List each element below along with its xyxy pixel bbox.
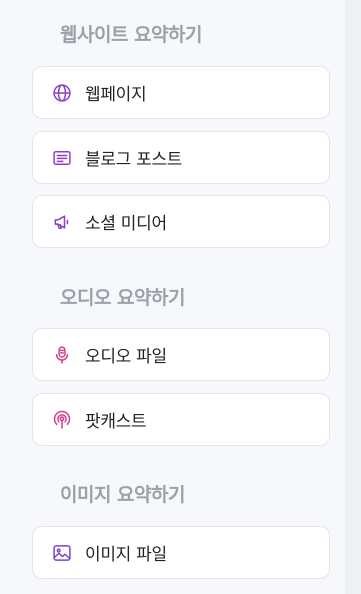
podcast-icon [51,409,73,431]
section-title-image: 이미지 요약하기 [60,484,185,506]
menu-item-label: 팟캐스트 [85,412,147,432]
document-lines-icon [51,147,73,169]
globe-icon [51,82,73,104]
section-title-website: 웹사이트 요약하기 [60,24,202,46]
menu-item-podcast[interactable]: 팟캐스트 [32,393,330,446]
menu-item-label: 블로그 포스트 [85,150,183,170]
menu-item-image-file[interactable]: 이미지 파일 [32,526,330,579]
menu-item-webpage[interactable]: 웹페이지 [32,66,330,119]
menu-item-social-media[interactable]: 소셜 미디어 [32,195,330,248]
panel-edge [345,0,361,594]
menu-item-audio-file[interactable]: 오디오 파일 [32,328,330,381]
menu-item-label: 오디오 파일 [85,347,167,367]
menu-item-label: 웹페이지 [85,85,147,105]
section-title-audio: 오디오 요약하기 [60,287,185,309]
menu-item-label: 이미지 파일 [85,545,167,565]
summary-menu-panel: 웹사이트 요약하기 웹페이지 블로그 포스트 소셜 미디어 오디오 요약하기 오… [10,0,345,594]
megaphone-icon [51,211,73,233]
menu-item-blog-post[interactable]: 블로그 포스트 [32,131,330,184]
microphone-icon [51,344,73,366]
menu-item-label: 소셜 미디어 [85,214,167,234]
image-icon [51,542,73,564]
